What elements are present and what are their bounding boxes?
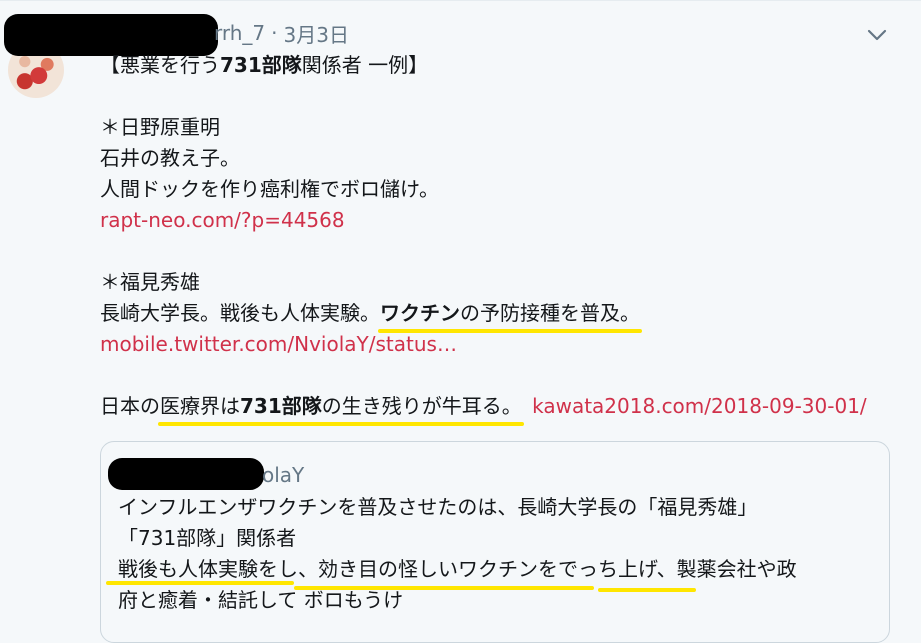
- link-rapt[interactable]: rapt-neo.com/?p=44568: [100, 208, 345, 232]
- person2-line1-bold: ワクチン: [380, 301, 460, 325]
- person2-line1-b: の予防接種を普及。: [460, 301, 640, 325]
- person2-line1-a: 長崎大学長。戦後も人体実験。: [100, 301, 380, 325]
- person2-line1: 長崎大学長。戦後も人体実験。ワクチンの予防接種を普及。: [100, 298, 900, 333]
- quoted-highlight-2: [294, 586, 594, 590]
- heading: 【悪業を行う731部隊関係者 一例】: [100, 50, 900, 81]
- last-line: 日本の医療界は731部隊の生き残りが牛耳る。 kawata2018.com/20…: [100, 391, 900, 426]
- chevron-down-icon[interactable]: [866, 24, 888, 46]
- separator: ·: [271, 21, 278, 45]
- quoted-highlight-3: [598, 588, 696, 592]
- last-a: 日本の: [100, 394, 160, 418]
- person1-name: ＊日野原重明: [100, 115, 220, 139]
- heading-pre: 【悪業を行う: [100, 53, 220, 77]
- last-bold: 731部隊: [240, 394, 322, 418]
- last-hl: 医療界: [160, 394, 220, 418]
- last-b: は: [220, 394, 240, 418]
- quoted-handle[interactable]: olaY: [262, 463, 304, 487]
- quoted-line2: 「731部隊」関係者: [118, 526, 297, 550]
- handle[interactable]: rrh_7: [214, 21, 265, 45]
- quoted-text: インフルエンザワクチンを普及させたのは、長崎大学長の「福見秀雄」 「731部隊」…: [118, 492, 878, 616]
- top-divider: [0, 0, 921, 1]
- timestamp[interactable]: 3月3日: [284, 19, 349, 48]
- heading-bold: 731部隊: [220, 53, 302, 77]
- quoted-highlight-1: [106, 581, 294, 585]
- last-c: の生き残りが牛耳る。: [321, 394, 522, 418]
- quoted-redacted-name: [108, 458, 264, 490]
- link-kawata[interactable]: kawata2018.com/2018-09-30-01/: [532, 394, 867, 418]
- person2-name: ＊福見秀雄: [100, 270, 200, 294]
- quoted-line1: インフルエンザワクチンを普及させたのは、長崎大学長の「福見秀雄」: [118, 495, 758, 519]
- person1-line2: 人間ドックを作り癌利権でボロ儲け。: [100, 177, 439, 201]
- tweet-header: rrh_7 · 3月3日: [214, 19, 349, 48]
- person1-line1: 石井の教え子。: [100, 146, 240, 170]
- tweet-text: 【悪業を行う731部隊関係者 一例】 ＊日野原重明 石井の教え子。 人間ドックを…: [100, 50, 900, 426]
- heading-post: 関係者 一例】: [301, 53, 429, 77]
- link-twitter-status[interactable]: mobile.twitter.com/NviolaY/status…: [100, 332, 457, 356]
